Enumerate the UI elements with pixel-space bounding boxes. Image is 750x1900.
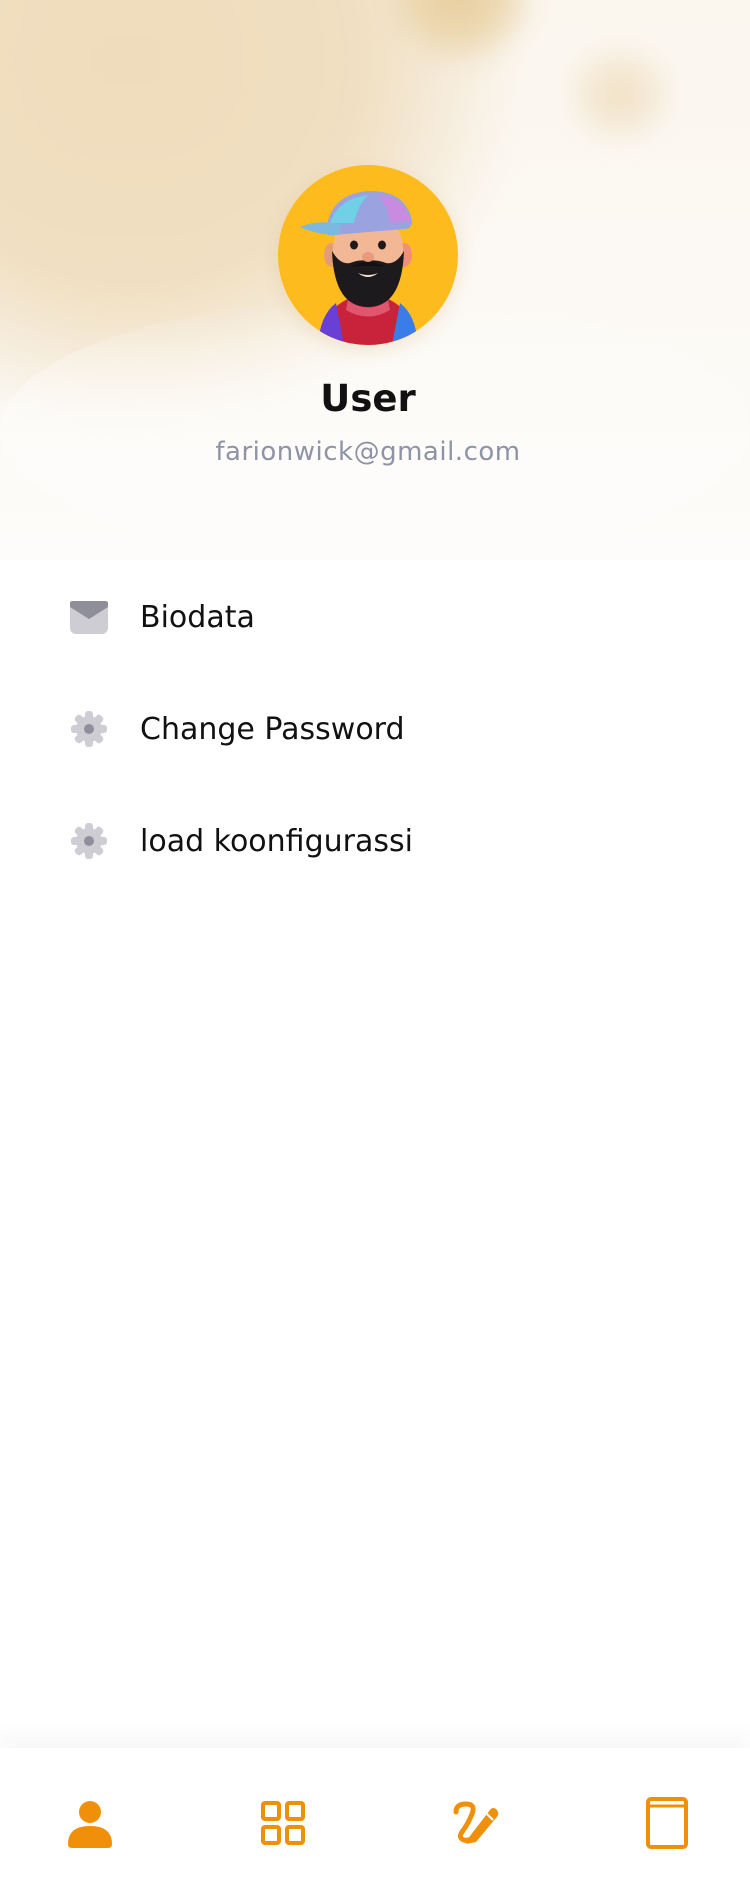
header-blur-shape: [560, 40, 680, 150]
person-icon: [68, 1801, 112, 1848]
edit-icon: [453, 1801, 499, 1844]
nav-item-profile[interactable]: [45, 1778, 135, 1868]
envelope-icon: [68, 596, 110, 638]
bottom-navigation: [0, 1748, 750, 1900]
book-icon: [646, 1797, 688, 1849]
bearded-man-avatar-icon: [300, 191, 418, 345]
menu-item-biodata[interactable]: Biodata: [0, 572, 750, 662]
menu-item-label: load koonfigurassi: [140, 823, 413, 859]
grid-icon: [261, 1801, 305, 1845]
profile-header: User farionwick@gmail.com: [0, 0, 750, 560]
profile-name: User: [320, 377, 416, 420]
gear-icon: [68, 708, 110, 750]
nav-item-dashboard[interactable]: [238, 1778, 328, 1868]
nav-item-edit[interactable]: [430, 1778, 520, 1868]
avatar[interactable]: [278, 165, 458, 345]
gear-icon: [68, 820, 110, 862]
menu-item-load-configuration[interactable]: load koonfigurassi: [0, 796, 750, 886]
nav-item-book[interactable]: [622, 1778, 712, 1868]
menu-item-change-password[interactable]: Change Password: [0, 684, 750, 774]
profile-email: farionwick@gmail.com: [215, 437, 521, 467]
menu-item-label: Change Password: [140, 711, 405, 747]
menu-item-label: Biodata: [140, 599, 255, 635]
